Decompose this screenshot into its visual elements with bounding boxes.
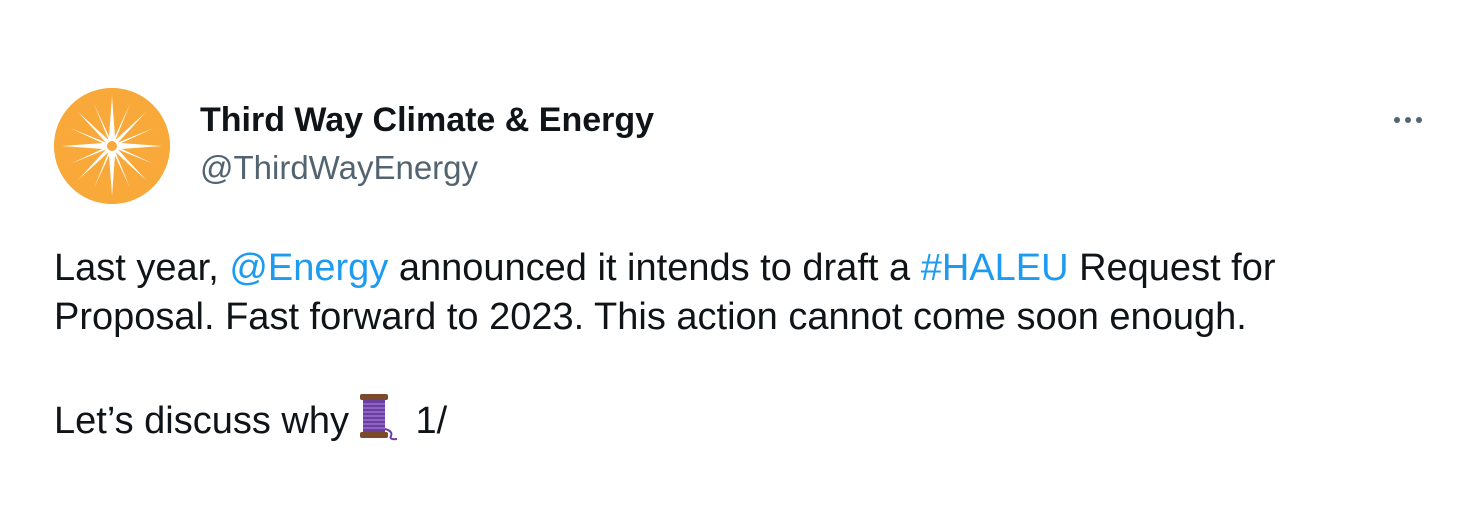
- avatar[interactable]: [54, 88, 170, 204]
- tweet-line: Last year, @Energy announced it intends …: [54, 244, 1444, 293]
- more-options-icon: [1416, 117, 1422, 123]
- more-options-button[interactable]: [1384, 104, 1432, 136]
- tweet-text-segment: Let’s discuss why: [54, 400, 349, 442]
- tweet-card[interactable]: Third Way Climate & Energy @ThirdWayEner…: [0, 0, 1480, 515]
- spool-of-thread-icon: [351, 391, 401, 441]
- more-options-icon: [1405, 117, 1411, 123]
- tweet-text-segment: announced it intends to draft a: [388, 247, 921, 289]
- tweet-line: Proposal. Fast forward to 2023. This act…: [54, 296, 1247, 338]
- tweet-text-segment: Last year,: [54, 247, 230, 289]
- author-display-name[interactable]: Third Way Climate & Energy: [200, 99, 654, 141]
- tweet-line: Let’s discuss why 1/: [54, 391, 1444, 446]
- more-options-icon: [1394, 117, 1400, 123]
- mention-link[interactable]: @Energy: [229, 247, 388, 289]
- sunburst-logo-icon: [54, 88, 170, 204]
- tweet-text: Last year, @Energy announced it intends …: [54, 244, 1444, 446]
- hashtag-link[interactable]: #HALEU: [921, 247, 1069, 289]
- author-handle[interactable]: @ThirdWayEnergy: [200, 147, 478, 189]
- tweet-text-segment: Request for: [1068, 247, 1276, 289]
- tweet-text-segment: 1/: [404, 400, 448, 442]
